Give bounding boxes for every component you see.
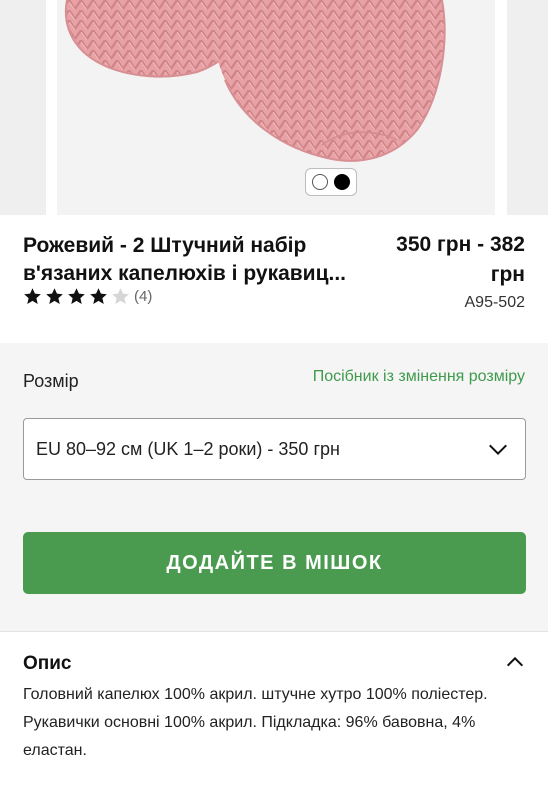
carousel-dot-1[interactable]: [312, 174, 328, 190]
product-rating[interactable]: (4): [23, 287, 152, 306]
review-count[interactable]: (4): [134, 288, 152, 305]
chevron-down-icon: [489, 444, 507, 456]
star-filled-icon: [68, 288, 85, 304]
add-to-bag-button[interactable]: ДОДАЙТЕ В МІШОК: [23, 532, 526, 594]
description-section: Опис Головний капелюх 100% акрил. штучне…: [0, 631, 548, 800]
description-title[interactable]: Опис: [23, 653, 72, 675]
carousel-dot-2[interactable]: [334, 174, 350, 190]
knitted-mitten-image: [64, 0, 446, 162]
star-empty-icon: [112, 288, 129, 304]
product-price: 350 грн - 382 грн: [396, 233, 525, 286]
size-dropdown[interactable]: EU 80–92 см (UK 1–2 роки) - 350 грн: [23, 418, 526, 480]
product-options: Розмір Посібник із змінення розміру EU 8…: [0, 343, 548, 631]
description-text: Головний капелюх 100% акрил. штучне хутр…: [23, 686, 488, 759]
carousel-pagination[interactable]: [305, 168, 357, 196]
product-image-carousel[interactable]: [0, 0, 548, 215]
size-guide-link[interactable]: Посібник із змінення розміру: [313, 368, 525, 386]
chevron-up-icon[interactable]: [504, 651, 526, 673]
product-header: Рожевий - 2 Штучний набір в'язаних капел…: [0, 215, 548, 343]
star-filled-icon: [46, 288, 63, 304]
product-sku: A95-502: [464, 294, 526, 311]
star-filled-icon: [90, 288, 107, 304]
previous-slide-peek[interactable]: [0, 0, 46, 215]
star-filled-icon: [24, 288, 41, 304]
product-image[interactable]: [57, 0, 495, 215]
product-title: Рожевий - 2 Штучний набір в'язаних капел…: [23, 234, 346, 285]
next-slide-peek[interactable]: [507, 0, 548, 215]
size-label: Розмір: [23, 371, 79, 391]
size-selected-value: EU 80–92 см (UK 1–2 роки) - 350 грн: [36, 438, 340, 459]
